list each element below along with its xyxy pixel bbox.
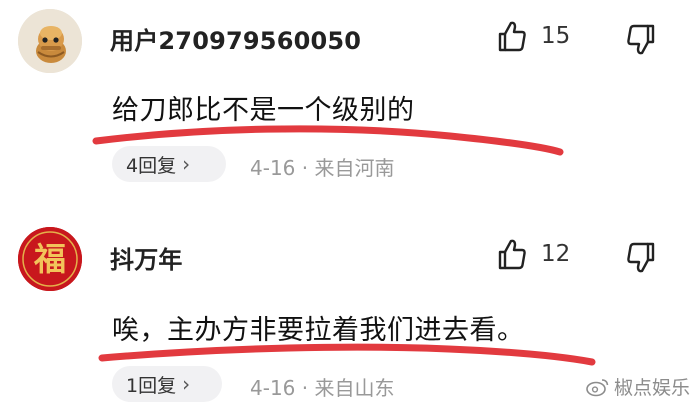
replies-label: 1回复: [126, 374, 177, 397]
like-count: 12: [541, 241, 571, 267]
comment-text: 唉，主办方非要拉着我们进去看。: [112, 315, 525, 346]
watermark: 椒点娱乐: [586, 373, 690, 400]
comment-date: 4-16: [250, 156, 296, 180]
replies-label: 4回复: [126, 154, 177, 177]
comment-date: 4-16: [250, 376, 296, 400]
avatar-glyph: 福: [33, 240, 66, 278]
chevron-right-icon: ›: [182, 152, 191, 176]
like-button[interactable]: 15: [497, 20, 570, 52]
comment-meta: 4-16 · 来自山东: [250, 372, 394, 401]
comment-text: 给刀郎比不是一个级别的: [112, 95, 415, 126]
fu-character-avatar-icon: 福: [18, 227, 82, 291]
like-button[interactable]: 12: [497, 238, 570, 270]
thumbs-up-icon: [498, 239, 526, 270]
comment-location: 来自山东: [314, 376, 395, 400]
weibo-icon: [586, 378, 609, 396]
thumbs-down-icon: [627, 24, 655, 55]
comment-location: 来自河南: [314, 156, 395, 180]
replies-button[interactable]: 1回复 ›: [112, 366, 222, 402]
meta-separator: ·: [301, 156, 315, 180]
username[interactable]: 用户270979560050: [110, 21, 361, 56]
cartoon-bread-avatar-icon: [18, 9, 82, 73]
thumbs-up-icon: [498, 21, 526, 52]
dislike-button[interactable]: [626, 22, 656, 56]
chevron-right-icon: ›: [182, 372, 191, 396]
like-count: 15: [541, 23, 571, 49]
comment-meta: 4-16 · 来自河南: [250, 152, 394, 181]
meta-separator: ·: [301, 376, 315, 400]
comment-item: 用户270979560050 15 给刀郎比不是一个级别的 4回复 › 4-16…: [0, 0, 700, 200]
replies-button[interactable]: 4回复 ›: [112, 146, 226, 182]
thumbs-down-icon: [627, 242, 655, 273]
user-avatar[interactable]: [18, 9, 82, 73]
username[interactable]: 抖万年: [110, 240, 183, 275]
watermark-text: 椒点娱乐: [613, 377, 690, 399]
dislike-button[interactable]: [626, 240, 656, 274]
user-avatar[interactable]: 福: [18, 227, 82, 291]
